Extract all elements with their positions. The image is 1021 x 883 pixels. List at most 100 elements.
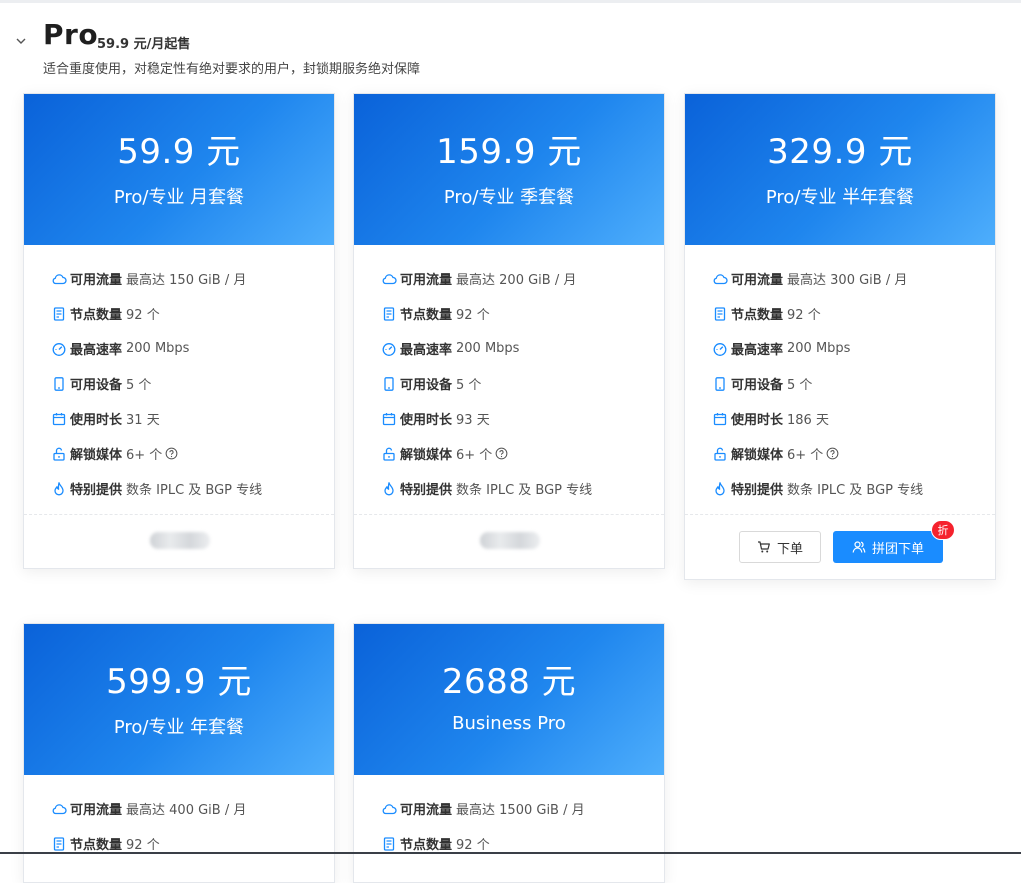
plan-header: 59.9 元 Pro/专业 月套餐 bbox=[24, 94, 334, 245]
feature-label: 可用设备 bbox=[70, 378, 123, 393]
feature-value: 数条 IPLC 及 BGP 专线 bbox=[126, 483, 263, 498]
blurred-action bbox=[480, 532, 540, 549]
plan-header: 2688 元 Business Pro bbox=[354, 624, 664, 775]
feature-nodes: 节点数量 92 个 bbox=[381, 826, 664, 861]
unlock-icon bbox=[714, 447, 726, 461]
feature-value: 数条 IPLC 及 BGP 专线 bbox=[456, 483, 593, 498]
server-icon bbox=[53, 836, 65, 851]
feature-label: 解锁媒体 bbox=[731, 448, 784, 463]
feature-value: 186 天 bbox=[787, 413, 829, 428]
plan-card-quarterly: 159.9 元 Pro/专业 季套餐 可用流量 最高达 200 GiB / 月 … bbox=[353, 93, 665, 569]
feature-devices: 可用设备 5 个 bbox=[712, 366, 995, 401]
phone-icon bbox=[715, 376, 725, 391]
unlock-icon bbox=[383, 447, 395, 461]
help-icon[interactable] bbox=[495, 447, 508, 460]
phone-icon bbox=[384, 376, 394, 391]
speedometer-icon bbox=[713, 342, 727, 356]
plan-card-business: 2688 元 Business Pro 可用流量 最高达 1500 GiB / … bbox=[353, 623, 665, 883]
plan-name: Pro/专业 季套餐 bbox=[443, 187, 575, 208]
feature-list: 可用流量 最高达 200 GiB / 月 节点数量 92 个 最高速率 200 … bbox=[354, 245, 664, 514]
plan-header: 599.9 元 Pro/专业 年套餐 bbox=[24, 624, 334, 775]
plan-footer bbox=[354, 514, 664, 568]
feature-label: 使用时长 bbox=[400, 413, 453, 428]
server-icon bbox=[714, 306, 726, 321]
feature-label: 可用流量 bbox=[70, 273, 123, 288]
chevron-down-icon[interactable] bbox=[14, 34, 28, 48]
feature-duration: 使用时长 93 天 bbox=[381, 401, 664, 436]
feature-label: 解锁媒体 bbox=[400, 448, 453, 463]
feature-label: 节点数量 bbox=[70, 838, 123, 853]
speedometer-icon bbox=[52, 342, 66, 356]
flame-icon bbox=[54, 481, 64, 495]
feature-value: 92 个 bbox=[126, 308, 160, 323]
plan-card-halfyear: 329.9 元 Pro/专业 半年套餐 可用流量 最高达 300 GiB / 月… bbox=[684, 93, 996, 580]
group-order-label: 拼团下单 bbox=[871, 541, 924, 557]
feature-label: 解锁媒体 bbox=[70, 448, 123, 463]
calendar-icon bbox=[382, 412, 396, 425]
feature-nodes: 节点数量 92 个 bbox=[712, 296, 995, 331]
plan-price: 59.9 元 bbox=[117, 132, 241, 172]
blurred-action bbox=[150, 532, 210, 549]
feature-media: 解锁媒体 6+ 个 bbox=[712, 436, 995, 471]
feature-label: 可用流量 bbox=[70, 803, 123, 818]
order-button[interactable]: 下单 bbox=[739, 531, 821, 563]
top-divider bbox=[0, 0, 1021, 3]
plan-card-yearly: 599.9 元 Pro/专业 年套餐 可用流量 最高达 400 GiB / 月 … bbox=[23, 623, 335, 883]
section-title: Pro bbox=[43, 18, 99, 51]
feature-label: 节点数量 bbox=[731, 308, 784, 323]
plan-header: 159.9 元 Pro/专业 季套餐 bbox=[354, 94, 664, 245]
feature-value: 92 个 bbox=[456, 838, 490, 853]
plan-price: 599.9 元 bbox=[106, 662, 252, 702]
feature-label: 使用时长 bbox=[731, 413, 784, 428]
feature-label: 节点数量 bbox=[400, 838, 453, 853]
unlock-icon bbox=[53, 447, 65, 461]
feature-value: 最高达 150 GiB / 月 bbox=[126, 273, 247, 288]
plan-name: Business Pro bbox=[452, 713, 566, 734]
feature-label: 可用设备 bbox=[731, 378, 784, 393]
feature-label: 特别提供 bbox=[731, 483, 784, 498]
feature-nodes: 节点数量 92 个 bbox=[381, 296, 664, 331]
feature-value: 5 个 bbox=[126, 378, 152, 393]
feature-value: 6+ 个 bbox=[126, 448, 163, 463]
feature-label: 使用时长 bbox=[70, 413, 123, 428]
feature-duration: 使用时长 186 天 bbox=[712, 401, 995, 436]
calendar-icon bbox=[713, 412, 727, 425]
flame-icon bbox=[715, 481, 725, 495]
cloud-icon bbox=[713, 273, 728, 284]
feature-label: 最高速率 bbox=[70, 343, 123, 358]
feature-value: 5 个 bbox=[456, 378, 482, 393]
plan-name: Pro/专业 年套餐 bbox=[113, 717, 245, 738]
discount-badge: 折 bbox=[931, 520, 955, 540]
plan-card-monthly: 59.9 元 Pro/专业 月套餐 可用流量 最高达 150 GiB / 月 节… bbox=[23, 93, 335, 569]
feature-value: 最高达 1500 GiB / 月 bbox=[456, 803, 585, 818]
section-header: Pro 59.9 元/月起售 适合重度使用，对稳定性有绝对要求的用户，封锁期服务… bbox=[0, 18, 1021, 78]
feature-list: 可用流量 最高达 1500 GiB / 月 节点数量 92 个 bbox=[354, 775, 664, 869]
feature-special: 特别提供 数条 IPLC 及 BGP 专线 bbox=[712, 471, 995, 506]
plan-price: 329.9 元 bbox=[767, 132, 913, 172]
phone-icon bbox=[54, 376, 64, 391]
flame-icon bbox=[384, 481, 394, 495]
feature-devices: 可用设备 5 个 bbox=[51, 366, 334, 401]
cloud-icon bbox=[52, 273, 67, 284]
plan-price: 2688 元 bbox=[441, 662, 577, 702]
feature-value: 6+ 个 bbox=[787, 448, 824, 463]
feature-traffic: 可用流量 最高达 300 GiB / 月 bbox=[712, 261, 995, 296]
feature-media: 解锁媒体 6+ 个 bbox=[381, 436, 664, 471]
server-icon bbox=[53, 306, 65, 321]
feature-list: 可用流量 最高达 400 GiB / 月 节点数量 92 个 bbox=[24, 775, 334, 869]
feature-value: 最高达 300 GiB / 月 bbox=[787, 273, 908, 288]
feature-value: 92 个 bbox=[456, 308, 490, 323]
help-icon[interactable] bbox=[826, 447, 839, 460]
section-price-note: 59.9 元/月起售 bbox=[97, 37, 191, 52]
plan-price: 159.9 元 bbox=[436, 132, 582, 172]
feature-traffic: 可用流量 最高达 1500 GiB / 月 bbox=[381, 791, 664, 826]
feature-value: 5 个 bbox=[787, 378, 813, 393]
help-icon[interactable] bbox=[165, 447, 178, 460]
feature-value: 数条 IPLC 及 BGP 专线 bbox=[787, 483, 924, 498]
feature-special: 特别提供 数条 IPLC 及 BGP 专线 bbox=[51, 471, 334, 506]
group-order-button[interactable]: 拼团下单 bbox=[833, 531, 943, 563]
feature-value: 最高达 400 GiB / 月 bbox=[126, 803, 247, 818]
feature-value: 31 天 bbox=[126, 413, 160, 428]
feature-nodes: 节点数量 92 个 bbox=[51, 296, 334, 331]
feature-list: 可用流量 最高达 300 GiB / 月 节点数量 92 个 最高速率 200 … bbox=[685, 245, 995, 514]
